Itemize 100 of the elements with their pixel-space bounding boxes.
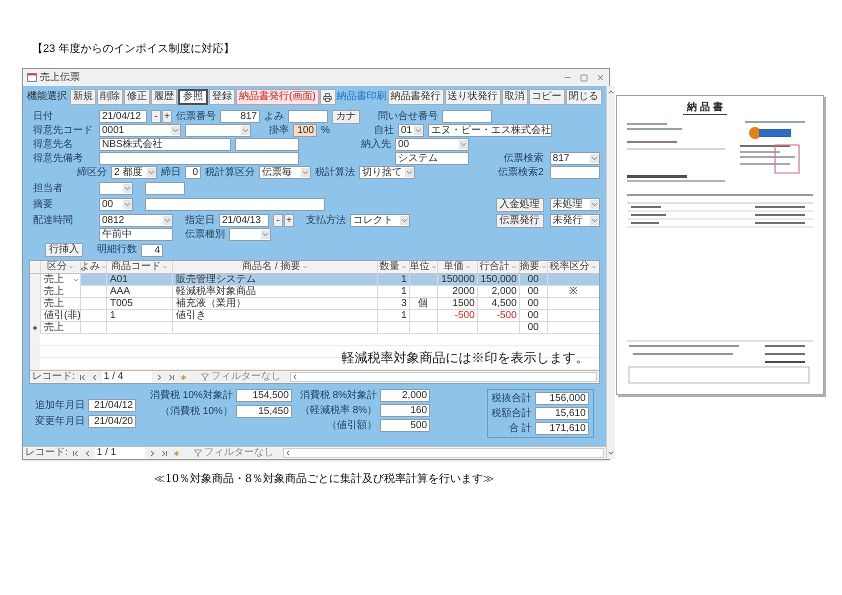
input-field[interactable] (145, 198, 325, 211)
dropdown-field[interactable]: 伝票毎 (259, 166, 311, 179)
input-field[interactable]: 154,500 (236, 389, 292, 402)
toolbar-button[interactable]: コピー (528, 89, 565, 105)
input-field[interactable] (145, 182, 185, 195)
filter-icon (194, 449, 202, 457)
field-label: 税抜合計 (492, 392, 532, 404)
input-field[interactable]: 午前中 (99, 228, 173, 241)
scroll-up-icon[interactable] (606, 88, 615, 96)
input-field[interactable]: 21/04/20 (88, 415, 136, 428)
dropdown-field[interactable]: コレクト (350, 214, 410, 227)
column-header[interactable]: 単位 (408, 261, 437, 273)
toolbar-button[interactable]: 登録 (209, 89, 235, 105)
input-field[interactable]: 21/04/13 (219, 214, 269, 227)
input-field[interactable]: 21/04/12 (88, 399, 136, 412)
table-row[interactable]: 値引(非) 1 値引き 1 -500 -500 00 (30, 310, 599, 322)
input-field[interactable]: システム (395, 152, 469, 165)
toolbar-button[interactable]: 削除 (97, 89, 123, 105)
dropdown-field[interactable]: 未処理 (550, 198, 600, 211)
stepper-button[interactable]: + (162, 110, 172, 123)
first-record-icon[interactable] (70, 448, 80, 458)
table-row[interactable]: 売上 AAA 軽減税率対象商品 1 2000 2,000 00 ※ (30, 286, 599, 298)
dropdown-field[interactable]: 2 都度 (111, 166, 157, 179)
close-icon[interactable] (596, 73, 605, 82)
input-field[interactable] (442, 110, 492, 123)
dropdown-arrow-icon (301, 168, 310, 177)
column-header[interactable]: 数量 (376, 261, 409, 273)
toolbar-button[interactable]: 新規 (70, 89, 96, 105)
toolbar-button[interactable]: 納品書発行 (388, 89, 444, 105)
field-label: 摘要 (33, 198, 54, 210)
input-field[interactable]: NBS株式会社 (99, 138, 231, 151)
input-field[interactable]: 160 (380, 404, 430, 417)
first-record-icon[interactable] (78, 372, 87, 382)
record-position-field[interactable]: 1 / 1 (94, 447, 145, 459)
toolbar-button[interactable]: 取消 (502, 89, 528, 105)
insert-row-button[interactable]: 行挿入 (45, 243, 83, 257)
column-header[interactable]: 単価 (436, 261, 477, 273)
scroll-down-icon[interactable] (606, 449, 615, 457)
column-header[interactable]: 区分 (40, 261, 80, 273)
dropdown-field[interactable]: 0812 (99, 214, 173, 227)
dropdown-arrow-icon (261, 230, 270, 239)
field-label: 消費税 10%対象計 (150, 390, 233, 402)
toolbar-button[interactable]: 修正 (124, 89, 150, 105)
input-field[interactable]: 817 (220, 110, 260, 123)
input-field[interactable]: エヌ・ピー・エス株式会社 (428, 124, 552, 137)
input-field[interactable]: 500 (380, 419, 430, 432)
category-dropdown[interactable]: 売上 (40, 274, 80, 286)
last-record-icon[interactable] (166, 372, 176, 382)
input-field[interactable]: 15,610 (534, 407, 589, 420)
field-label: 税計算区分 (205, 166, 255, 178)
dropdown-arrow-icon (459, 140, 468, 149)
restore-icon[interactable] (580, 74, 588, 82)
form-button[interactable]: 伝票発行 (496, 214, 544, 228)
last-record-icon[interactable] (160, 448, 169, 458)
kana-button[interactable]: カナ (332, 110, 360, 124)
field-label: 税額合計 (492, 408, 532, 420)
table-row[interactable]: 売上 T005 補充液（業用） 3 個 1500 4,500 00 (30, 298, 599, 310)
input-field[interactable]: 21/04/12 (99, 110, 147, 123)
toolbar-button[interactable]: 参照 (178, 89, 208, 105)
stepper-button[interactable]: - (151, 110, 161, 123)
toolbar-button[interactable]: 閉じる (566, 89, 602, 105)
input-field[interactable] (550, 166, 600, 179)
field-label: 得意先備考 (33, 152, 84, 164)
input-field[interactable]: 100 (293, 124, 317, 137)
dropdown-field[interactable] (185, 124, 251, 137)
column-header[interactable]: 行合計 (476, 261, 519, 273)
input-field[interactable]: 15,450 (236, 405, 292, 418)
dropdown-arrow-icon (123, 200, 132, 209)
input-field[interactable]: 4 (141, 244, 163, 256)
field-label: 問い合せ番号 (378, 110, 438, 122)
field-label: 消費税 8%対象計 (300, 390, 378, 402)
field-label: 掛率 (269, 124, 289, 136)
dropdown-field[interactable]: 切り捨て (359, 166, 415, 179)
dropdown-field[interactable]: 0001 (99, 124, 181, 137)
dropdown-field[interactable]: 01 (398, 124, 424, 137)
input-field[interactable]: 0 (185, 166, 201, 179)
dropdown-field[interactable]: 未発行 (550, 214, 600, 227)
stepper-button[interactable]: - (273, 214, 283, 227)
stepper-button[interactable]: + (284, 214, 294, 227)
record-position-field[interactable]: 1 / 4 (102, 371, 152, 383)
page-heading: 【23 年度からのインボイス制度に対応】 (32, 42, 236, 56)
dropdown-field[interactable] (229, 228, 271, 241)
print-button[interactable] (320, 89, 336, 105)
dropdown-field[interactable]: 00 (395, 138, 469, 151)
table-row[interactable]: 売上 00 (30, 322, 599, 334)
input-field[interactable]: 156,000 (534, 392, 589, 405)
column-header[interactable]: よみ (80, 261, 106, 273)
form-button[interactable]: 入金処理 (496, 198, 544, 212)
table-row[interactable]: 売上 A01 販売管理システム 1 150000 150,000 00 (30, 274, 599, 286)
dropdown-field[interactable]: 00 (99, 198, 133, 211)
dropdown-field[interactable] (99, 182, 133, 195)
input-field[interactable] (99, 152, 299, 165)
toolbar-button[interactable]: 送り状発行 (444, 89, 501, 105)
input-field[interactable]: 171,610 (534, 422, 589, 435)
toolbar-button[interactable]: 履歴 (151, 89, 177, 105)
dropdown-field[interactable]: 817 (550, 152, 600, 165)
input-field[interactable] (288, 110, 328, 123)
input-field[interactable]: 2,000 (380, 389, 430, 402)
toolbar-button[interactable]: 納品書発行(画面) (236, 89, 319, 105)
input-field[interactable] (235, 138, 299, 151)
